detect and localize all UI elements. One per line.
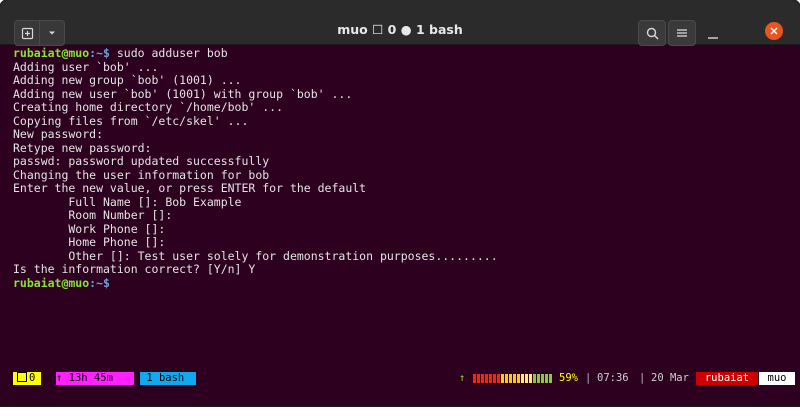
output-line: Changing the user information for bob [13,167,270,182]
hamburger-menu-icon [677,29,687,37]
output-line: Adding new group `bob' (1001) ... [13,73,242,87]
session-window-index[interactable]: 0 [13,372,41,385]
separator: | [639,372,646,384]
output-line: Work Phone []: [13,221,166,236]
battery-percent: 59% [559,372,578,384]
output-line: passwd: password updated successfully [13,154,270,168]
uptime-text: ↑ 13h 45m [56,372,113,384]
battery-segment [545,374,548,383]
output-line: Creating home directory `/home/bob' ... [13,100,284,114]
minimize-button[interactable] [705,28,721,39]
separator: | [585,372,592,384]
terminal-output[interactable]: rubaiat@muo:~$ sudo adduser bob Adding us… [13,46,793,291]
output-line: Other []: Test user solely for demonstra… [13,248,498,263]
battery-segment [541,374,544,383]
clock-time: 07:36 [597,372,629,384]
status-host: muo [759,372,795,385]
battery-segment [513,374,516,383]
up-arrow-icon: ↑ [459,372,466,384]
command-text: sudo adduser bob [109,46,228,60]
terminal-window: muo ☐ 0 ● 1 bash rubaiat@muo:~$ sudo add… [0,0,800,406]
battery-segment [473,374,476,383]
prompt-path: :~$ [89,275,110,290]
battery-segment [509,374,512,383]
battery-bar [473,374,553,383]
menu-button[interactable] [668,20,696,46]
prompt-user: rubaiat@muo [13,46,90,60]
close-button[interactable] [765,22,783,40]
battery-segment [521,374,524,383]
search-icon [646,27,659,40]
battery-segment [529,374,532,383]
output-line: Retype new password: [13,140,152,155]
battery-segment [485,374,488,383]
window-tab-label: 1 bash [146,372,185,384]
title-bar: muo ☐ 0 ● 1 bash [0,0,800,46]
prompt-line: rubaiat@muo:~$ [13,275,793,291]
battery-segment [537,374,540,383]
battery-segment [497,374,500,383]
battery-segment [533,374,536,383]
output-line: New password: [13,127,104,141]
battery-segment [493,374,496,383]
output-line: Adding new user `bob' (1001) with group … [13,86,353,101]
window-tab-bash[interactable]: 1 bash [140,372,196,385]
battery-segment [525,374,528,383]
output-line: Enter the new value, or press ENTER for … [13,181,367,195]
uptime-indicator: ↑ 13h 45m [56,372,134,385]
battery-segment [489,374,492,383]
search-button[interactable] [638,20,666,46]
minimize-icon [708,37,718,39]
battery-segment [549,374,552,383]
prompt-line: rubaiat@muo:~$ sudo adduser bob [13,46,793,61]
output-line: Full Name []: Bob Example [13,194,242,209]
battery-segment [517,374,520,383]
prompt-user: rubaiat@muo [13,275,90,290]
battery-segment [481,374,484,383]
battery-segment [477,374,480,383]
tmux-status-bar: 0 ↑ 13h 45m 1 bash ↑ 59% | 07:36 | 20 Ma… [13,372,795,385]
battery-segment [501,374,504,383]
output-line: Adding user `bob' ... [13,59,159,74]
battery-segment [505,374,508,383]
close-icon [770,27,778,35]
prompt-path: :~$ [89,46,110,60]
output-line: Room Number []: [13,208,173,222]
status-user: rubaiat [696,372,758,385]
output-line: Is the information correct? [Y/n] Y [13,262,256,276]
clock-date: 20 Mar [651,372,689,384]
window-icon [17,372,27,382]
output-line: Home Phone []: [13,235,166,249]
output-line: Copying files from `/etc/skel' ... [13,113,249,128]
